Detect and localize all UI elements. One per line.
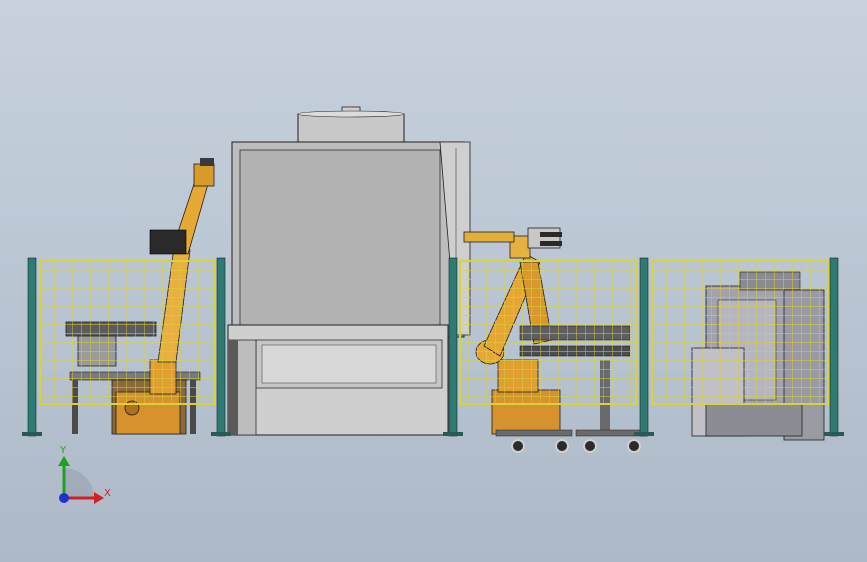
top-drum	[297, 106, 405, 143]
y-axis-label: Y	[59, 445, 67, 456]
coordinate-triad: Y X	[58, 445, 111, 504]
cad-viewport[interactable]: Y X	[0, 0, 867, 562]
central-machine	[227, 106, 471, 436]
x-axis-label: X	[104, 488, 111, 499]
z-axis-dot	[59, 493, 69, 503]
